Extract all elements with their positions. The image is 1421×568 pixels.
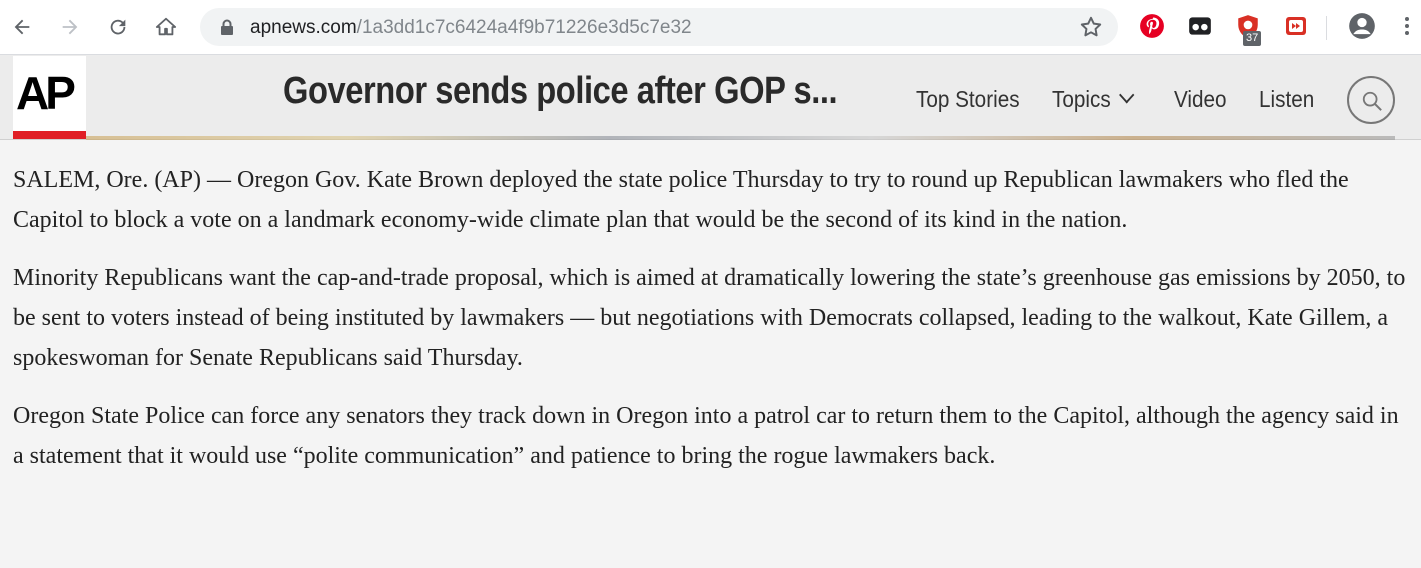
search-icon	[1362, 91, 1382, 111]
menu-icon[interactable]	[1393, 12, 1421, 40]
article-paragraph: Minority Republicans want the cap-and-tr…	[13, 265, 1406, 371]
reload-icon[interactable]	[100, 8, 136, 46]
nav-video[interactable]: Video	[1174, 86, 1227, 113]
ap-logo[interactable]: AP	[13, 56, 86, 139]
article-paragraph: Oregon State Police can force any senato…	[13, 403, 1399, 469]
back-icon[interactable]	[4, 8, 40, 46]
nav-listen[interactable]: Listen	[1259, 86, 1314, 113]
toolbar-divider	[1326, 16, 1327, 40]
logo-text: AP	[16, 67, 76, 119]
lock-icon	[221, 19, 233, 35]
address-bar[interactable]: apnews.com/1a3dd1c7c6424a4f9b71226e3d5c7…	[200, 8, 1118, 46]
star-icon[interactable]	[1078, 14, 1104, 40]
page-title: Governor sends police after GOP s...	[283, 70, 838, 112]
chevron-down-icon	[1119, 86, 1135, 104]
nav-top-stories[interactable]: Top Stories	[916, 86, 1020, 113]
nav-topics[interactable]: Topics	[1052, 86, 1135, 113]
url-path: /1a3dd1c7c6424a4f9b71226e3d5c7e32	[356, 17, 692, 38]
profile-icon[interactable]	[1348, 12, 1376, 40]
pinterest-icon[interactable]	[1138, 12, 1166, 40]
url-text: apnews.com/1a3dd1c7c6424a4f9b71226e3d5c7…	[250, 17, 692, 39]
video-extension-icon[interactable]	[1282, 12, 1310, 40]
extension-badge: 37	[1243, 31, 1262, 46]
article-body: SALEM, Ore. (AP) — Oregon Gov. Kate Brow…	[13, 160, 1408, 494]
search-button[interactable]	[1347, 76, 1395, 124]
logo-red-bar	[13, 131, 86, 139]
browser-toolbar: apnews.com/1a3dd1c7c6424a4f9b71226e3d5c7…	[0, 0, 1421, 55]
article-paragraph: SALEM, Ore. (AP) — Oregon Gov. Kate Brow…	[13, 167, 1349, 233]
home-icon[interactable]	[148, 8, 184, 46]
nav-topics-label: Topics	[1052, 86, 1111, 112]
url-domain: apnews.com	[250, 17, 357, 38]
forward-icon[interactable]	[52, 8, 88, 46]
header-image-strip	[86, 136, 1395, 140]
incognito-extension-icon[interactable]	[1186, 12, 1214, 40]
